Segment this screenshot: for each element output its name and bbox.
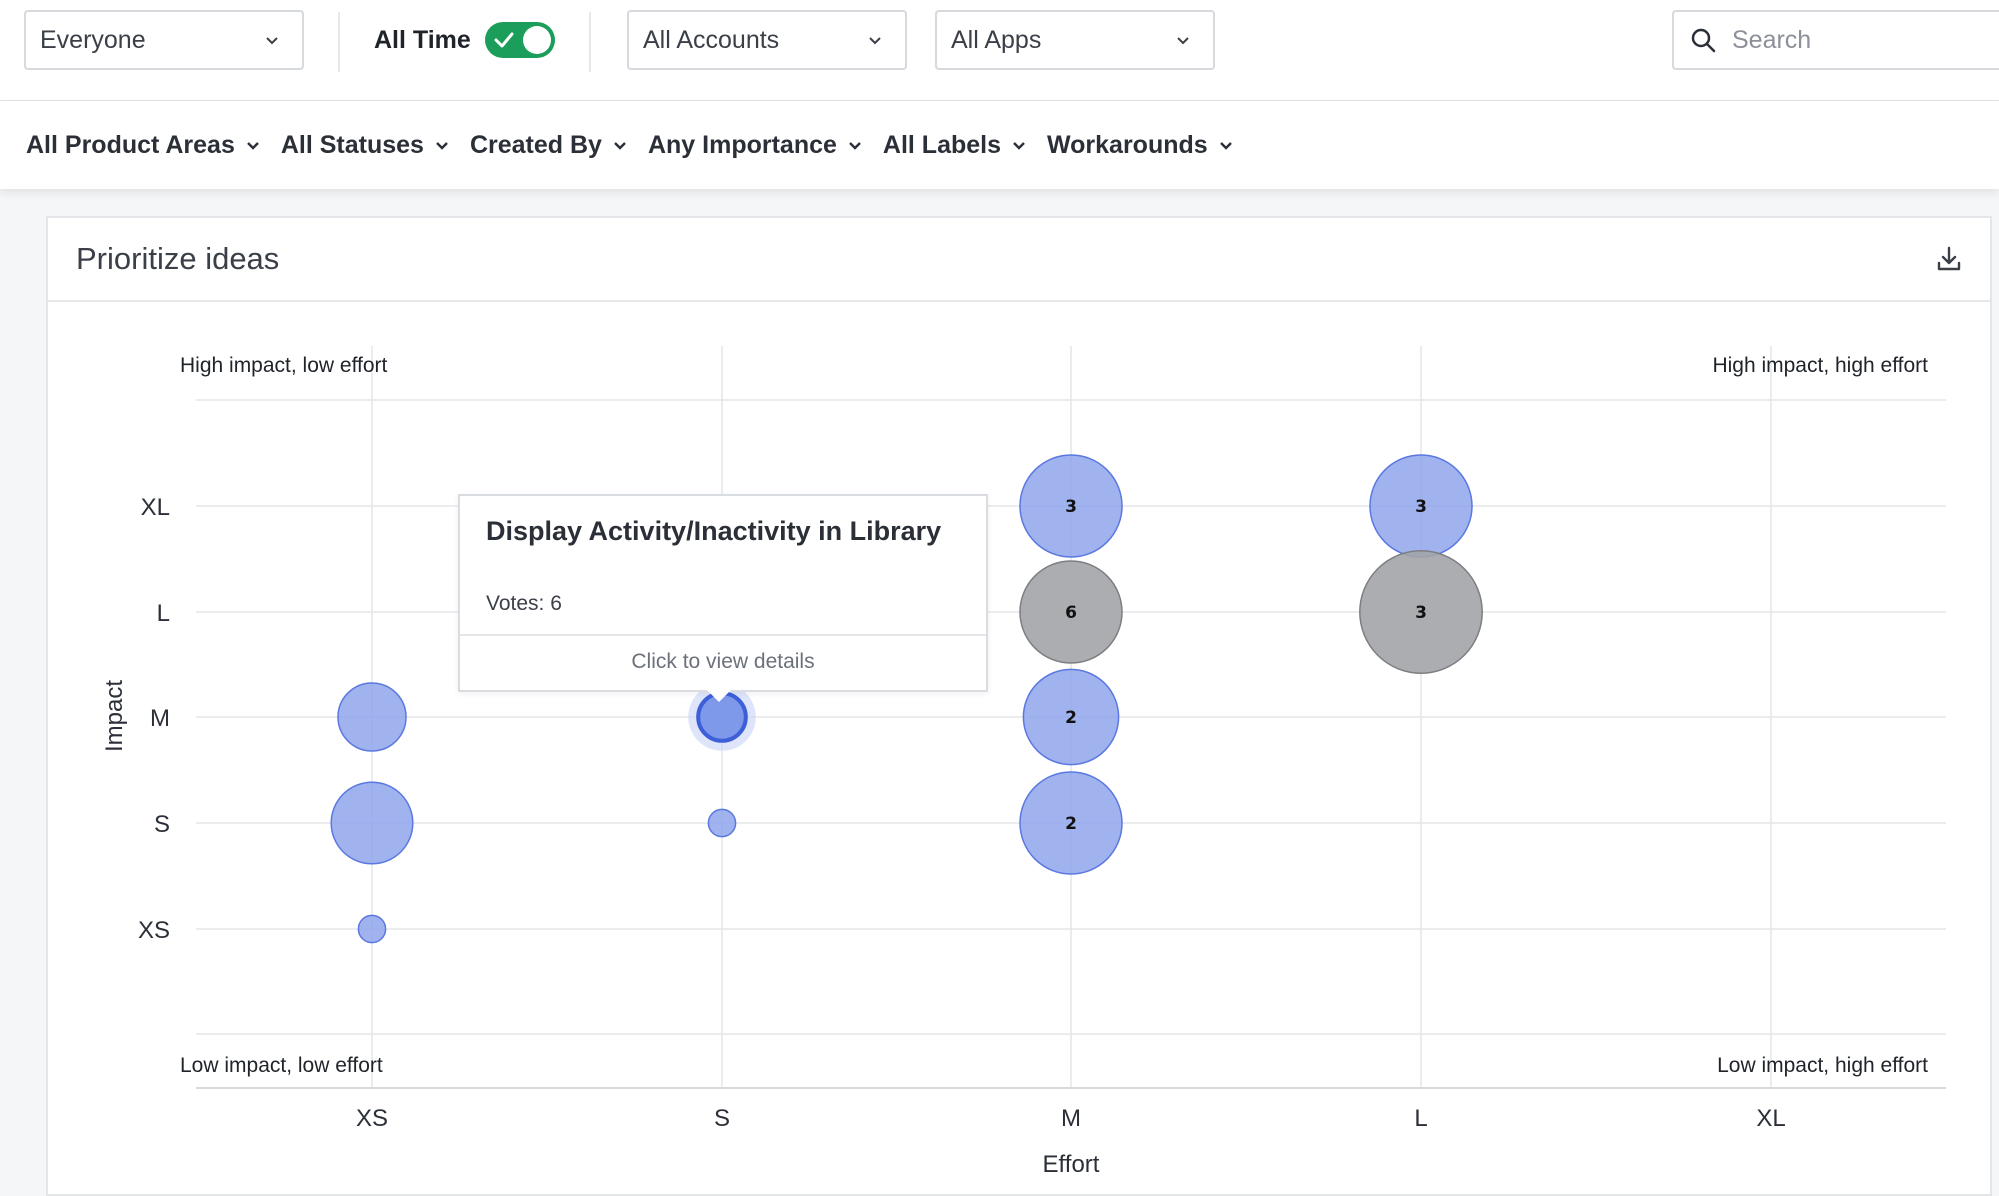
- x-tick-label: XS: [356, 1105, 388, 1132]
- bubble-count-label: 3: [1065, 497, 1077, 517]
- bubble-count-label: 6: [1065, 603, 1077, 623]
- x-tick-label: XL: [1756, 1105, 1785, 1132]
- view-details-link[interactable]: Click to view details: [460, 650, 986, 674]
- y-tick-label: XL: [141, 494, 170, 521]
- y-tick-label: M: [150, 705, 170, 732]
- tooltip-title: Display Activity/Inactivity in Library: [486, 516, 942, 546]
- y-tick-label: S: [154, 811, 170, 838]
- x-axis-label: Effort: [1043, 1151, 1100, 1175]
- bubble-count-label: 3: [1415, 603, 1427, 623]
- idea-bubble[interactable]: [337, 682, 407, 752]
- idea-bubble[interactable]: [330, 781, 414, 865]
- quadrant-label-bottom-left: Low impact, low effort: [180, 1054, 383, 1077]
- y-tick-label: L: [157, 600, 170, 627]
- quadrant-label-top-left: High impact, low effort: [180, 354, 388, 377]
- bubble-count-label: 2: [1065, 708, 1077, 728]
- quadrant-label-top-right: High impact, high effort: [1712, 354, 1928, 377]
- bubble-count-label: 2: [1065, 814, 1077, 834]
- y-tick-label: XS: [138, 917, 170, 944]
- quadrant-label-bottom-right: Low impact, high effort: [1717, 1054, 1928, 1077]
- x-tick-label: L: [1414, 1105, 1427, 1132]
- divider: [460, 634, 986, 636]
- prioritization-bubble-chart: XS S M L XL XS S M L XL 3 6 2 2 3 3 Impact Effort High…: [101, 346, 1946, 1175]
- x-tick-label: M: [1061, 1105, 1081, 1132]
- x-tick-label: S: [714, 1105, 730, 1132]
- idea-tooltip[interactable]: Display Activity/Inactivity in Library V…: [458, 494, 988, 692]
- tooltip-votes: Votes: 6: [486, 592, 562, 615]
- y-axis-label: Impact: [101, 680, 128, 752]
- idea-bubble[interactable]: [707, 808, 737, 838]
- bubble-count-label: 3: [1415, 497, 1427, 517]
- idea-bubble[interactable]: [357, 914, 387, 944]
- tooltip-arrow: [707, 690, 731, 702]
